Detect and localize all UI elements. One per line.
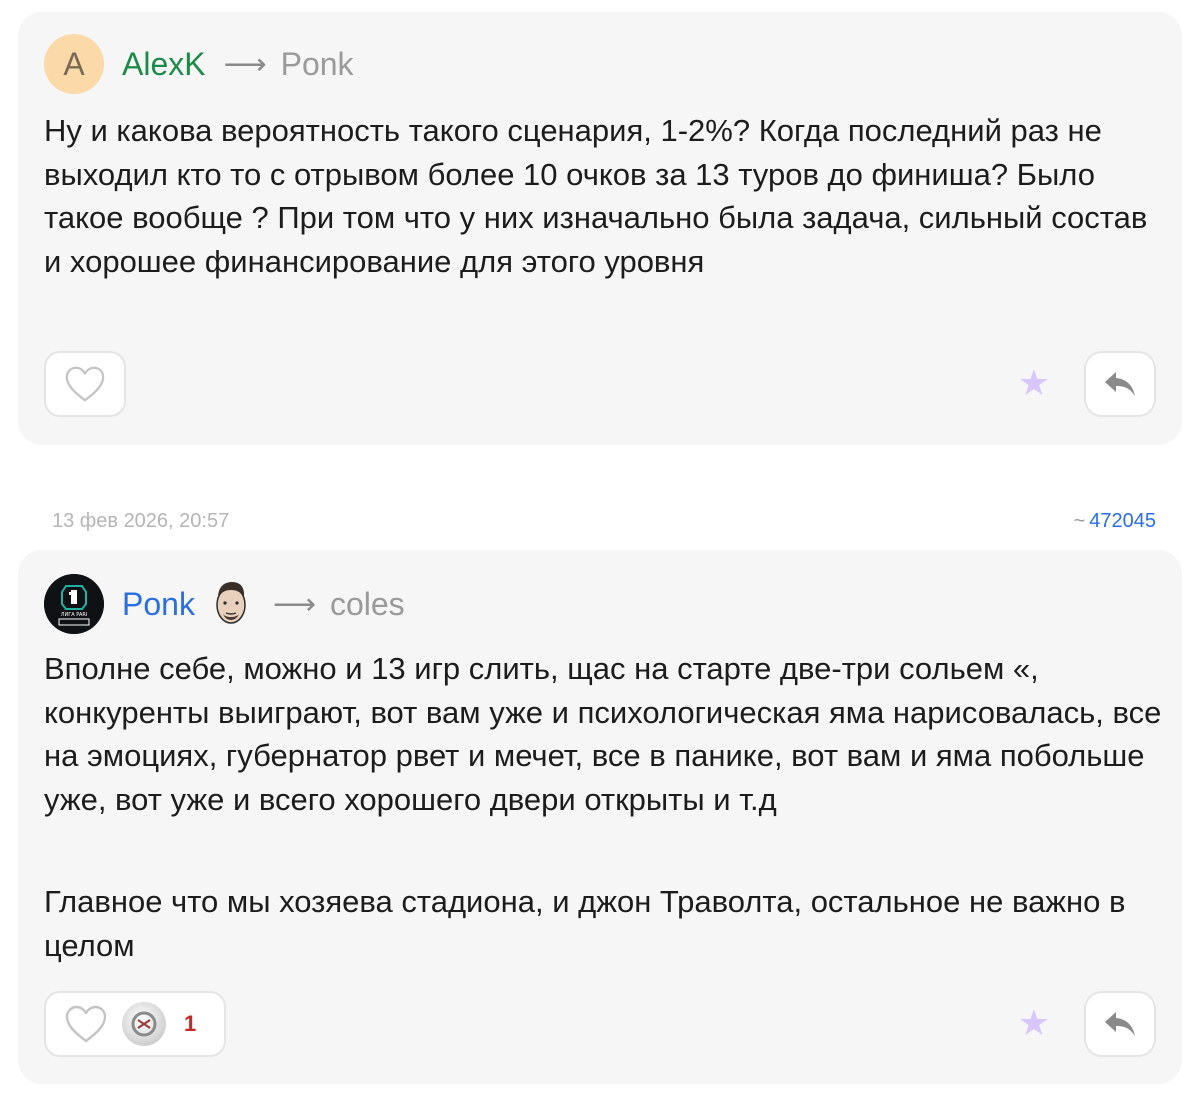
- comment-header: A AlexK ⟶ Ponk: [44, 34, 354, 94]
- comment-id: 472045: [1089, 510, 1156, 532]
- author-name[interactable]: Ponk: [122, 586, 195, 623]
- comment-text: Ну и какова вероятность такого сценария,…: [44, 113, 1148, 279]
- liga-pari-logo-icon: ЛИГА PARI: [44, 574, 104, 634]
- comment-id-link[interactable]: ~472045: [1074, 510, 1156, 533]
- reply-arrow-icon: [1105, 1012, 1135, 1036]
- avatar[interactable]: A: [44, 34, 104, 94]
- like-button[interactable]: [44, 351, 126, 417]
- reply-arrow-icon: [1105, 372, 1135, 396]
- star-icon[interactable]: ★: [1018, 1005, 1050, 1041]
- avatar-label: ЛИГА PARI: [61, 612, 88, 618]
- comments-feed: A AlexK ⟶ Ponk Ну и какова вероятность т…: [0, 0, 1200, 1101]
- comment-header: ЛИГА PARI Ponk ⟶ coles: [44, 574, 405, 634]
- reply-to-arrow-icon: ⟶: [272, 587, 316, 621]
- recipient-name[interactable]: Ponk: [281, 46, 354, 83]
- author-name[interactable]: AlexK: [122, 46, 206, 83]
- reactor-avatar[interactable]: [122, 1002, 166, 1046]
- comment-card: ЛИГА PARI Ponk ⟶ coles Вполне себе, можн…: [18, 550, 1182, 1084]
- comment-text: Вполне себе, можно и 13 игр слить, щас н…: [44, 651, 1162, 817]
- comment-id-prefix: ~: [1073, 510, 1086, 532]
- star-icon[interactable]: ★: [1018, 365, 1050, 401]
- like-button[interactable]: 1: [44, 991, 226, 1057]
- reply-button[interactable]: [1084, 991, 1156, 1057]
- recipient-name[interactable]: coles: [330, 586, 405, 623]
- user-badge-icon: [216, 582, 246, 624]
- comment-date: 13 фев 2026, 20:57: [52, 510, 230, 532]
- reply-button[interactable]: [1084, 351, 1156, 417]
- comment-card: A AlexK ⟶ Ponk Ну и какова вероятность т…: [18, 12, 1182, 445]
- avatar[interactable]: ЛИГА PARI: [44, 574, 104, 634]
- like-count: 1: [184, 1011, 197, 1036]
- reply-to-arrow-icon: ⟶: [223, 47, 267, 81]
- heart-outline-icon: [65, 366, 105, 402]
- comment-text: Главное что мы хозяева стадиона, и джон …: [44, 884, 1126, 963]
- heart-outline-icon: [65, 1005, 107, 1043]
- reactor-avatar-icon: [131, 1011, 157, 1037]
